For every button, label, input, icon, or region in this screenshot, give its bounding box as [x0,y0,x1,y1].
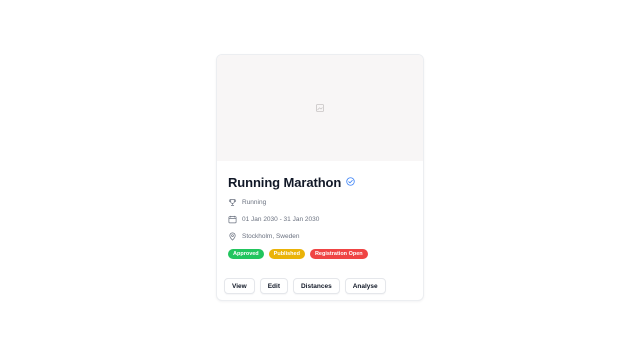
status-badge-approved: Approved [228,249,264,259]
calendar-icon [228,215,237,224]
map-pin-icon [228,232,237,241]
event-location: Stockholm, Sweden [242,233,300,240]
event-dates: 01 Jan 2030 - 31 Jan 2030 [242,216,320,223]
event-title: Running Marathon [228,174,342,190]
event-card: Running Marathon Running 01 Jan 2030 - 3… [216,54,424,301]
event-banner-image [217,55,423,161]
image-placeholder-icon [316,99,324,117]
event-title-row: Running Marathon [228,173,355,191]
event-dates-row: 01 Jan 2030 - 31 Jan 2030 [228,215,319,224]
event-location-row: Stockholm, Sweden [228,232,299,241]
event-sport-row: Running [228,198,266,207]
view-button[interactable]: View [224,278,255,294]
verified-check-icon [346,173,355,191]
edit-button[interactable]: Edit [259,278,288,294]
analyse-button[interactable]: Analyse [344,278,386,294]
card-actions: View Edit Distances Analyse [224,278,386,294]
trophy-icon [228,198,237,207]
status-badge-registration-open: Registration Open [309,249,368,259]
status-badges: Approved Published Registration Open [228,249,368,259]
event-sport: Running [242,199,267,206]
distances-button[interactable]: Distances [292,278,340,294]
status-badge-published: Published [268,249,305,259]
